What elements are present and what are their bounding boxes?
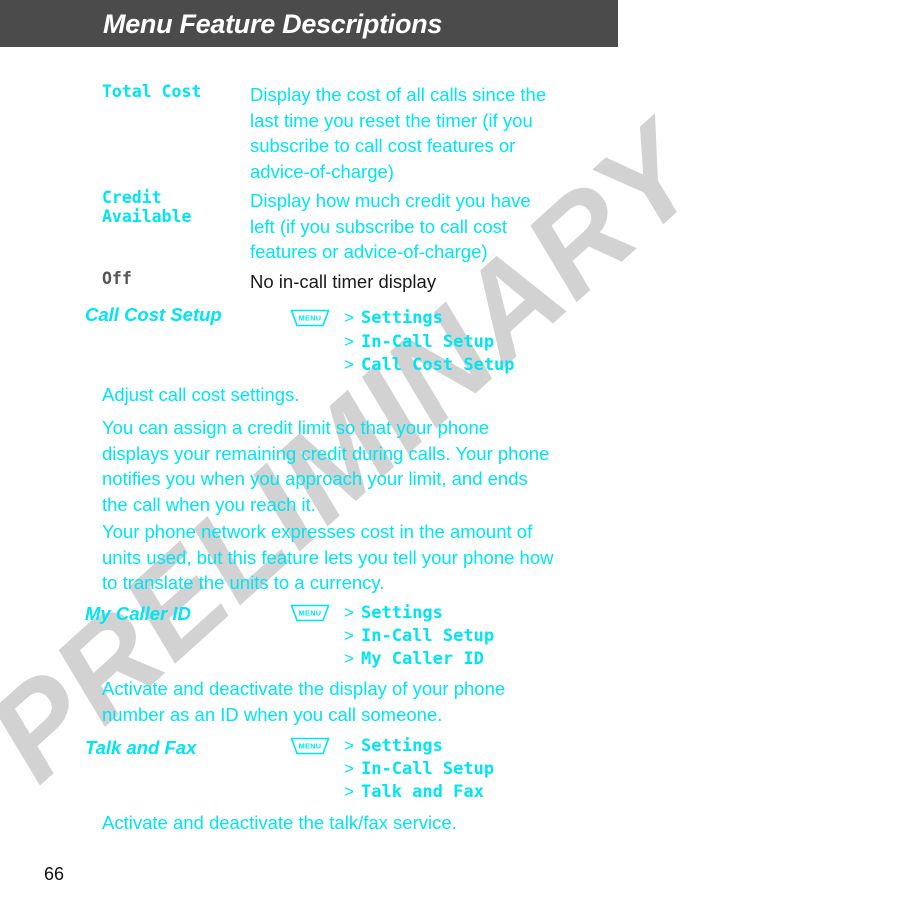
- page-header-bar: Menu Feature Descriptions: [0, 0, 618, 47]
- feature-paragraph: Activate and deactivate the talk/fax ser…: [102, 812, 457, 833]
- feature-paragraph: You can assign a credit limit so that yo…: [102, 417, 550, 515]
- page-content: Total Cost Display the cost of all calls…: [0, 0, 901, 901]
- page-title: Menu Feature Descriptions: [103, 9, 443, 39]
- chevron-right-glyph: >: [344, 736, 354, 755]
- feature-paragraph: Adjust call cost settings.: [102, 384, 300, 405]
- menu-key-icon: MENU: [290, 309, 330, 327]
- menu-key-icon: MENU: [290, 737, 330, 755]
- chevron-right-glyph: >: [344, 355, 354, 374]
- menu-path-line: > Talk and Fax: [344, 780, 494, 803]
- feature-heading-my-caller-id: My Caller ID: [85, 603, 191, 624]
- chevron-right-glyph: >: [344, 308, 354, 327]
- menu-path-label: My Caller ID: [361, 649, 484, 669]
- menu-path-label: Call Cost Setup: [361, 355, 515, 375]
- menu-path-line: > Settings: [344, 601, 494, 624]
- feature-paragraph: Activate and deactivate the display of y…: [102, 678, 506, 725]
- chevron-right-glyph: >: [344, 649, 354, 668]
- menu-path-line: > Call Cost Setup: [344, 353, 515, 376]
- menu-path-label: In-Call Setup: [361, 759, 495, 779]
- menu-path-line: > In-Call Setup: [344, 330, 515, 353]
- menu-path-line: > In-Call Setup: [344, 757, 494, 780]
- menu-path-lines: > Settings > In-Call Setup > My Caller ID: [344, 601, 494, 670]
- chevron-right-glyph: >: [344, 603, 354, 622]
- menu-path-label: In-Call Setup: [361, 626, 495, 646]
- feature-heading-call-cost-setup: Call Cost Setup: [85, 304, 222, 325]
- svg-text:MENU: MENU: [299, 608, 322, 617]
- menu-path-label: In-Call Setup: [361, 332, 495, 352]
- chevron-right-glyph: >: [344, 782, 354, 801]
- menu-path-line: > Settings: [344, 734, 494, 757]
- definition-description: No in-call timer display: [250, 271, 437, 292]
- definition-description: Display how much credit you have left (i…: [250, 190, 531, 262]
- svg-text:MENU: MENU: [299, 313, 322, 322]
- manual-page: PRELIMINARY Menu Feature Descriptions To…: [0, 0, 901, 901]
- menu-path-line: > My Caller ID: [344, 647, 494, 670]
- menu-path-label: Settings: [361, 736, 443, 756]
- menu-key-icon: MENU: [290, 604, 330, 622]
- definition-term: Total Cost: [102, 82, 202, 101]
- feature-paragraph: Your phone network expresses cost in the…: [102, 521, 554, 593]
- svg-text:MENU: MENU: [299, 741, 322, 750]
- chevron-right-glyph: >: [344, 626, 354, 645]
- chevron-right-glyph: >: [344, 759, 354, 778]
- menu-path-lines: > Settings > In-Call Setup > Talk and Fax: [344, 734, 494, 803]
- feature-heading-talk-and-fax: Talk and Fax: [85, 737, 197, 758]
- definition-term: Credit Available: [102, 188, 192, 226]
- menu-path-line: > In-Call Setup: [344, 624, 494, 647]
- page-number: 66: [44, 864, 65, 884]
- menu-path-label: Settings: [361, 308, 443, 328]
- chevron-right-glyph: >: [344, 332, 354, 351]
- definition-description: Display the cost of all calls since the …: [250, 84, 547, 182]
- definition-term: Off: [102, 269, 132, 288]
- menu-path-lines: > Settings > In-Call Setup > Call Cost Setu…: [344, 306, 515, 376]
- menu-path-label: Talk and Fax: [361, 782, 484, 802]
- menu-path-line: > Settings: [344, 308, 443, 328]
- menu-path-label: Settings: [361, 603, 443, 623]
